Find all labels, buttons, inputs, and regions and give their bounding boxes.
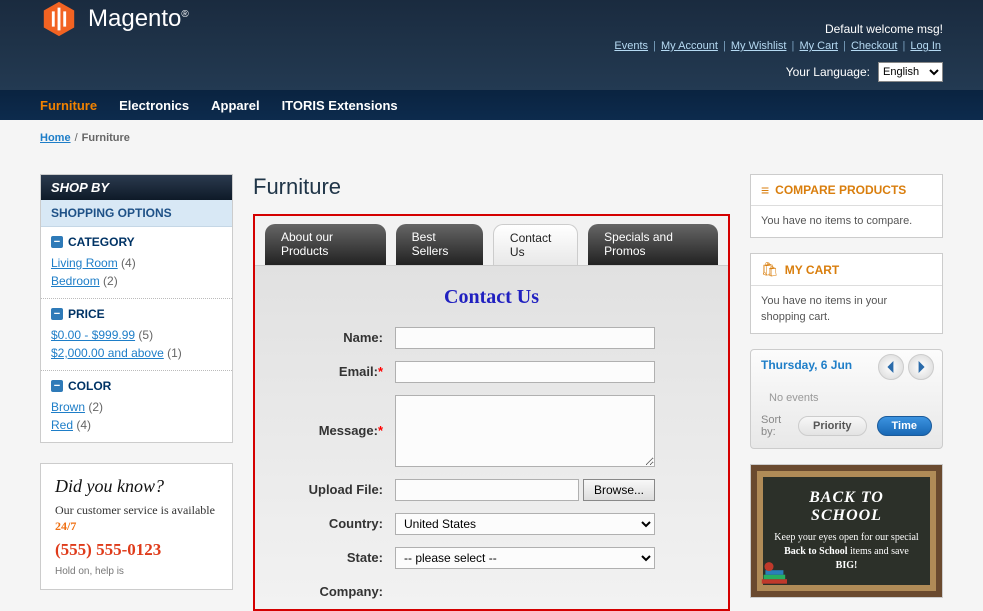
welcome-message: Default welcome msg! <box>825 22 943 36</box>
tab-contact-us[interactable]: Contact Us <box>493 224 578 265</box>
tabs: About our Products Best Sellers Contact … <box>255 216 728 265</box>
header: Magento® Default welcome msg! Events | M… <box>0 0 983 90</box>
no-events: No events <box>761 392 932 404</box>
browse-button[interactable]: Browse... <box>583 479 655 501</box>
email-label: Email:* <box>285 361 395 379</box>
calendar-prev-button[interactable] <box>878 354 904 380</box>
nav-furniture[interactable]: Furniture <box>40 98 97 113</box>
language-label: Your Language: <box>786 65 870 79</box>
shop-by: SHOP BY SHOPPING OPTIONS −CATEGORY Livin… <box>40 174 233 443</box>
compare-icon: ≡ <box>761 182 769 198</box>
filter-bedroom[interactable]: Bedroom <box>51 274 100 288</box>
tabbed-panel: About our Products Best Sellers Contact … <box>253 214 730 611</box>
page-title: Furniture <box>253 174 730 200</box>
top-links: Events | My Account | My Wishlist | My C… <box>612 40 943 52</box>
nav-itoris[interactable]: ITORIS Extensions <box>282 98 398 113</box>
promo-heading: BACK TO SCHOOL <box>773 489 920 525</box>
state-label: State: <box>285 547 395 565</box>
link-my-cart[interactable]: My Cart <box>799 40 838 52</box>
tab-specials[interactable]: Specials and Promos <box>588 224 718 265</box>
filter-color: COLOR <box>68 379 111 393</box>
filter-living-room[interactable]: Living Room <box>51 256 118 270</box>
books-icon <box>760 554 796 590</box>
country-select[interactable]: United States <box>395 513 655 535</box>
sort-by-label: Sort by: <box>761 414 788 438</box>
filter-brown[interactable]: Brown <box>51 400 85 414</box>
did-you-know: Did you know? Our customer service is av… <box>40 463 233 590</box>
link-my-account[interactable]: My Account <box>661 40 718 52</box>
collapse-icon[interactable]: − <box>51 236 63 248</box>
collapse-icon[interactable]: − <box>51 308 63 320</box>
filter-price-0[interactable]: $0.00 - $999.99 <box>51 328 135 342</box>
language-switcher: Your Language: English <box>786 62 943 82</box>
shop-by-header: SHOP BY <box>41 175 232 200</box>
compare-products-box: ≡ COMPARE PRODUCTS You have no items to … <box>750 174 943 238</box>
filter-price: PRICE <box>68 307 105 321</box>
link-checkout[interactable]: Checkout <box>851 40 897 52</box>
company-label: Company: <box>285 581 395 599</box>
compare-empty: You have no items to compare. <box>751 206 942 237</box>
magento-icon <box>40 0 78 38</box>
promo-banner[interactable]: BACK TO SCHOOL Keep your eyes open for o… <box>750 464 943 598</box>
calendar-next-button[interactable] <box>908 354 934 380</box>
nav-apparel[interactable]: Apparel <box>211 98 259 113</box>
filter-price-1[interactable]: $2,000.00 and above <box>51 346 164 360</box>
tab-best-sellers[interactable]: Best Sellers <box>396 224 483 265</box>
email-field[interactable] <box>395 361 655 383</box>
cart-title: MY CART <box>785 263 839 277</box>
cart-icon: 🛍 <box>761 261 779 278</box>
link-my-wishlist[interactable]: My Wishlist <box>731 40 787 52</box>
language-select[interactable]: English <box>878 62 943 82</box>
logo[interactable]: Magento® <box>40 0 189 38</box>
message-label: Message:* <box>285 395 395 438</box>
sort-time-button[interactable]: Time <box>877 416 932 436</box>
logo-text: Magento <box>88 5 181 32</box>
breadcrumb-home[interactable]: Home <box>40 132 71 144</box>
collapse-icon[interactable]: − <box>51 380 63 392</box>
filter-category: CATEGORY <box>68 235 135 249</box>
my-cart-box: 🛍 MY CART You have no items in your shop… <box>750 253 943 334</box>
did-you-know-heading: Did you know? <box>55 476 218 497</box>
name-field[interactable] <box>395 327 655 349</box>
breadcrumb-current: Furniture <box>82 132 130 144</box>
upload-label: Upload File: <box>285 479 395 497</box>
sort-priority-button[interactable]: Priority <box>798 416 867 436</box>
compare-title: COMPARE PRODUCTS <box>775 183 906 197</box>
cart-empty: You have no items in your shopping cart. <box>751 286 942 333</box>
link-events[interactable]: Events <box>614 40 648 52</box>
calendar-widget: Thursday, 6 Jun No events Sort by: Prior… <box>750 349 943 449</box>
message-field[interactable] <box>395 395 655 467</box>
main-nav: Furniture Electronics Apparel ITORIS Ext… <box>0 90 983 120</box>
nav-electronics[interactable]: Electronics <box>119 98 189 113</box>
filter-red[interactable]: Red <box>51 418 73 432</box>
state-select[interactable]: -- please select -- <box>395 547 655 569</box>
phone-number: (555) 555-0123 <box>55 540 218 560</box>
contact-title: Contact Us <box>285 286 698 309</box>
shopping-options: SHOPPING OPTIONS <box>41 200 232 227</box>
upload-path[interactable] <box>395 479 579 501</box>
breadcrumb: Home/Furniture <box>0 120 983 159</box>
tab-about[interactable]: About our Products <box>265 224 386 265</box>
name-label: Name: <box>285 327 395 345</box>
country-label: Country: <box>285 513 395 531</box>
link-log-in[interactable]: Log In <box>910 40 941 52</box>
